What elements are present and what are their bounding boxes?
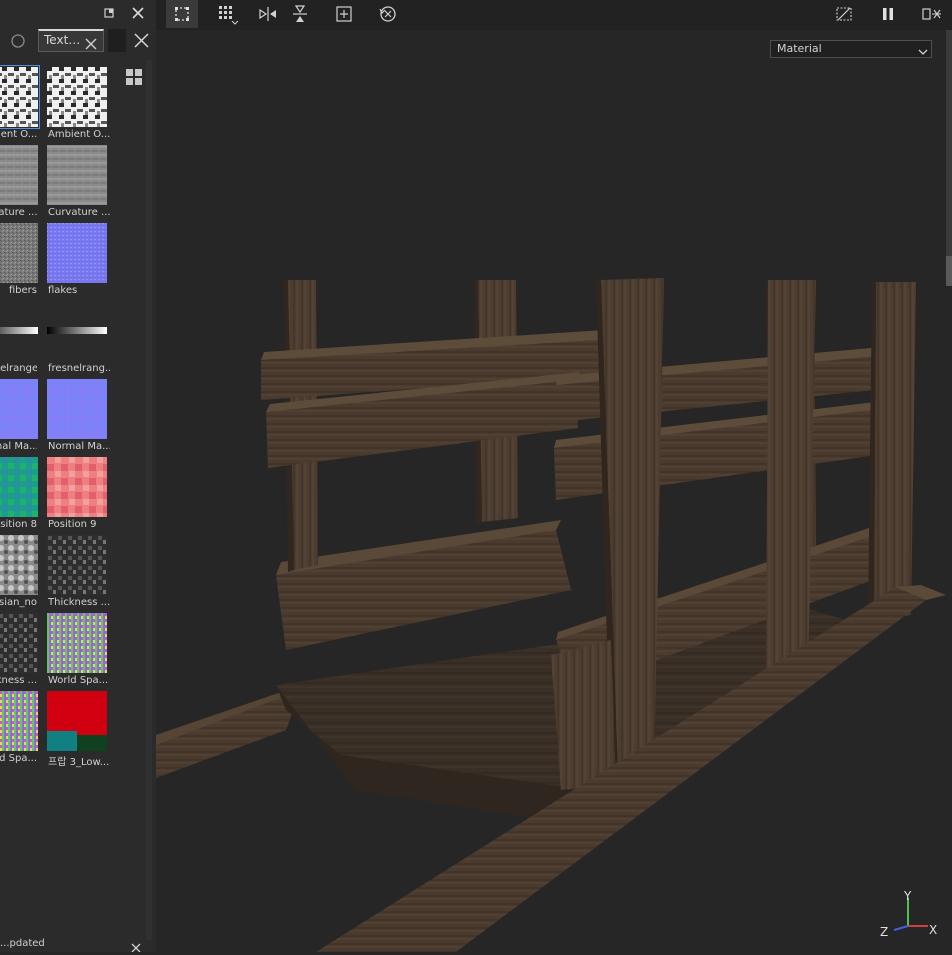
viewport-scrollbar[interactable] xyxy=(946,30,952,285)
texture-thumbnail[interactable] xyxy=(47,223,107,283)
close-icon[interactable] xyxy=(129,4,147,22)
grid-menu-icon[interactable] xyxy=(212,0,244,28)
texture-thumbnail-label: fresnelranges xyxy=(0,363,37,374)
texture-thumbnail[interactable] xyxy=(0,379,38,439)
texture-thumbnail[interactable] xyxy=(0,301,38,361)
texture-thumbnail-label: Thickness ... xyxy=(0,675,37,686)
3d-viewport[interactable]: Material Y X Z xyxy=(156,30,952,952)
texture-thumbnail-label: gaussian_noise xyxy=(0,597,37,608)
refresh-icon[interactable] xyxy=(10,33,26,49)
reset-camera-icon[interactable] xyxy=(376,0,400,28)
render-mode-value: Material xyxy=(777,42,822,55)
axis-y-label: Y xyxy=(903,889,912,903)
texture-thumbnail-label: Position 9 xyxy=(48,519,97,530)
texture-thumbnail-label: Curvature ... xyxy=(0,207,37,218)
panel-titlebar xyxy=(0,0,156,26)
grid-view-icon[interactable] xyxy=(125,68,143,86)
undock-icon[interactable] xyxy=(100,4,118,22)
status-bar: ...pdated xyxy=(0,938,156,955)
texture-thumbnail-label: World Spa... xyxy=(0,753,37,764)
texture-thumbnail-label: Normal Ma... xyxy=(0,441,37,452)
texture-thumbnail-label: fresnelrang... xyxy=(48,363,110,374)
tab-label: Text… xyxy=(44,33,81,47)
viewport-toolbar xyxy=(156,0,952,30)
axis-z-label: Z xyxy=(880,925,888,939)
split-view-icon[interactable] xyxy=(918,0,946,28)
texture-thumbnail-label: Normal Ma... xyxy=(48,441,110,452)
texture-thumbnail[interactable] xyxy=(47,301,107,361)
texture-thumbnail[interactable] xyxy=(0,691,38,751)
texture-thumbnail[interactable] xyxy=(47,613,107,673)
texture-thumbnail[interactable] xyxy=(47,145,107,205)
texture-thumbnail-label: Curvature ... xyxy=(48,207,110,218)
texture-thumbnail[interactable] xyxy=(0,223,38,283)
mirror-y-icon[interactable] xyxy=(288,0,312,28)
texture-thumbnail-label: Ambient O... xyxy=(0,129,37,140)
texture-thumbnail[interactable] xyxy=(47,67,107,127)
texture-thumbnail[interactable] xyxy=(47,379,107,439)
texture-panel: Text… Ambient O... Ambient O... Curvature … xyxy=(0,0,156,955)
texture-thumbnail[interactable] xyxy=(0,145,38,205)
texture-thumbnail-label: fibers xyxy=(8,285,37,296)
texture-thumbnail-label: flakes xyxy=(48,285,78,296)
frame-selection-icon[interactable] xyxy=(332,0,356,28)
texture-thumbnail-label: World Spa... xyxy=(48,675,109,686)
render-mode-select[interactable]: Material xyxy=(770,40,932,58)
mirror-x-icon[interactable] xyxy=(256,0,280,28)
bridge-model xyxy=(156,278,946,952)
panel-scrollbar[interactable] xyxy=(146,60,152,940)
texture-thumbnail[interactable] xyxy=(47,535,107,595)
status-text: ...pdated xyxy=(0,938,45,949)
texture-thumbnail[interactable] xyxy=(0,457,38,517)
tab-close-icon[interactable] xyxy=(85,35,97,50)
texture-thumbnail-label: 프랍 3_Low... xyxy=(48,757,110,768)
viewport-scrollbar-thumb[interactable] xyxy=(946,256,952,286)
panel-close-icon[interactable] xyxy=(134,33,149,48)
texture-thumbnail[interactable] xyxy=(0,65,40,129)
status-close-icon[interactable] xyxy=(130,942,142,955)
pause-icon[interactable] xyxy=(876,0,900,28)
hide-icon[interactable] xyxy=(832,0,856,28)
select-tool-icon[interactable] xyxy=(166,0,198,28)
texture-thumbnail-label: Position 8 xyxy=(0,519,37,530)
axis-x-label: X xyxy=(929,923,937,937)
texture-thumbnail-label: Thickness ... xyxy=(48,597,110,608)
texture-thumbnail[interactable] xyxy=(47,457,107,517)
axis-gizmo: Y X Z xyxy=(876,888,946,948)
texture-thumbnail[interactable] xyxy=(47,691,107,751)
texture-thumbnail[interactable] xyxy=(0,613,38,673)
tab-strip-empty xyxy=(108,29,126,52)
texture-thumbnail-label: Ambient O... xyxy=(48,129,110,140)
chevron-down-icon xyxy=(918,45,928,55)
texture-thumbnail[interactable] xyxy=(0,535,38,595)
